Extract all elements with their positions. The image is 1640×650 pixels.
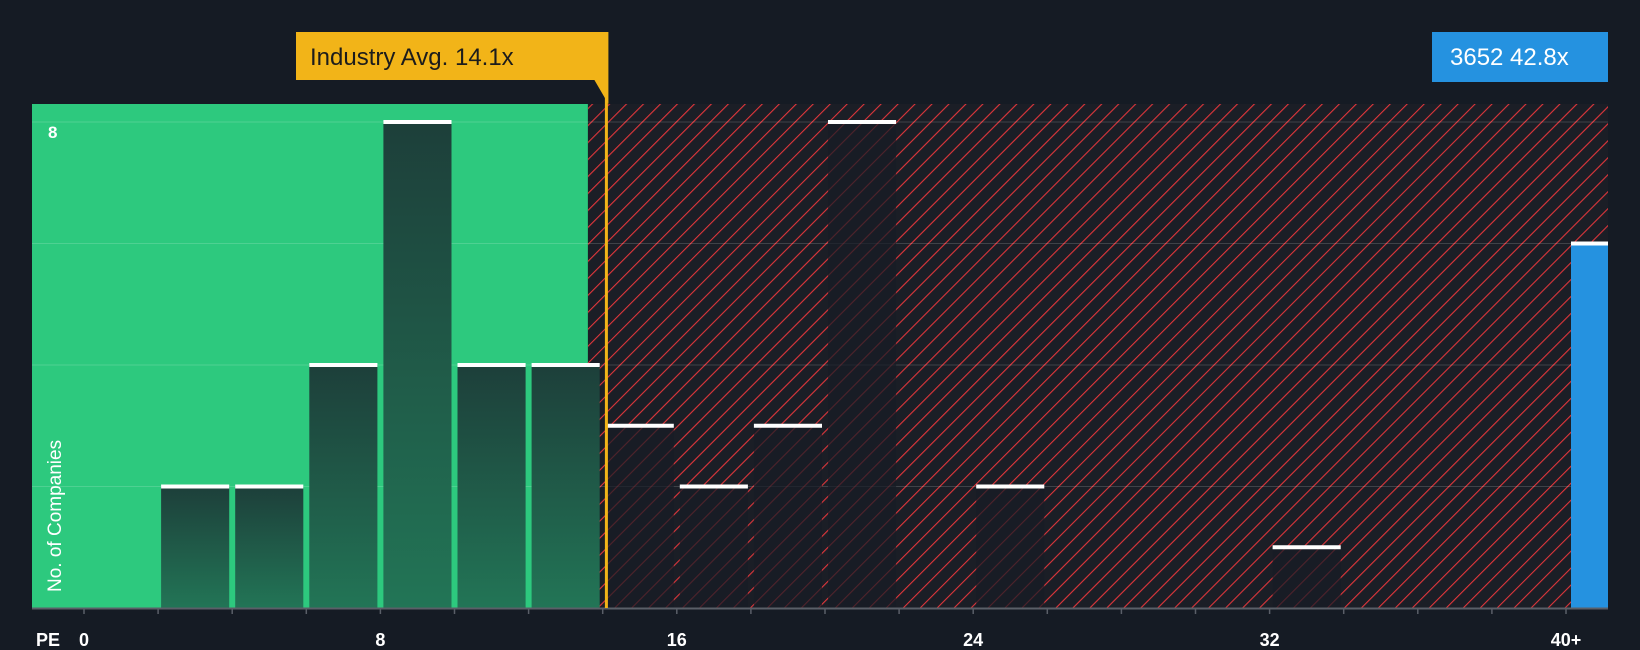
industry-average-label: Industry Avg. 14.1x <box>310 44 514 71</box>
histogram-bar <box>383 122 452 608</box>
histogram-bar-cap <box>383 120 452 124</box>
company-callout: 3652 42.8x <box>1432 32 1608 82</box>
x-tick-label: 32 <box>1260 630 1280 650</box>
histogram-bar-cap <box>828 120 897 124</box>
histogram-bar-cap <box>161 484 230 489</box>
histogram-bar <box>679 486 748 608</box>
x-tick-label: 0 <box>79 630 89 650</box>
x-tick-label: 24 <box>963 630 983 650</box>
x-tick-label: 40+ <box>1551 630 1582 650</box>
histogram-bar-cap <box>976 484 1045 489</box>
histogram-bar <box>531 365 600 608</box>
x-tick-label: 8 <box>375 630 385 650</box>
histogram-bar <box>235 486 304 608</box>
histogram-bar <box>605 425 674 608</box>
company-bar-cap <box>1571 241 1608 246</box>
company-bar <box>1571 243 1608 608</box>
histogram-bar <box>457 365 526 608</box>
histogram-bar <box>828 122 897 608</box>
histogram-bar-cap <box>309 363 378 367</box>
histogram-bar <box>309 365 378 608</box>
company-label: 3652 42.8x <box>1450 44 1569 71</box>
industry-average-callout: Industry Avg. 14.1x <box>296 32 609 104</box>
histogram-bar-cap <box>753 423 822 428</box>
histogram-bar <box>161 486 230 608</box>
histogram-bar-cap <box>235 484 304 489</box>
pe-distribution-chart: 0 8 16 24 32 40+ 8 No. of Companies PE Indust… <box>32 32 1608 650</box>
x-ticks: 0 8 16 24 32 40+ <box>79 608 1581 650</box>
y-axis-label: No. of Companies <box>45 440 66 592</box>
histogram-bar-cap <box>457 363 526 367</box>
histogram-bar-cap <box>679 484 748 489</box>
histogram-bar <box>976 486 1045 608</box>
histogram-bar <box>1272 547 1341 608</box>
histogram-bar-cap <box>531 363 600 367</box>
histogram-bar-cap <box>605 423 674 428</box>
x-tick-label: 16 <box>667 630 687 650</box>
histogram-bar-cap <box>1272 545 1341 550</box>
x-axis-label: PE <box>36 630 60 650</box>
y-tick-label: 8 <box>48 123 57 142</box>
histogram-bar <box>753 425 822 608</box>
